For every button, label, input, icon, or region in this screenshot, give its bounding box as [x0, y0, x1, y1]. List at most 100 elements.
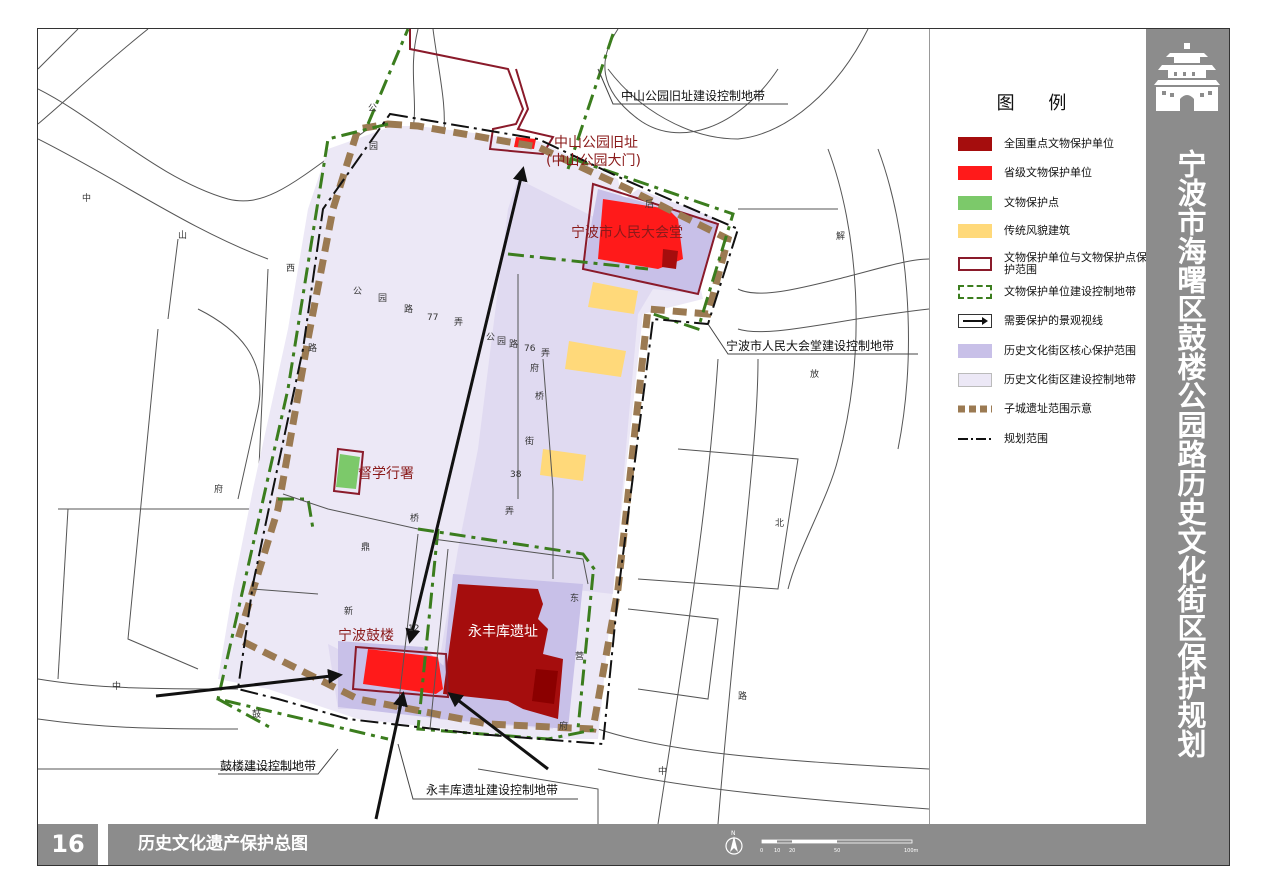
road-line — [38, 29, 149, 125]
street-char: 弄 — [454, 317, 463, 328]
street-char: 鼎 — [361, 542, 370, 553]
street-char: 77 — [427, 313, 438, 323]
street-char: 12 — [408, 624, 419, 634]
sidebar: 宁波市海曙区鼓楼公园路历史文化街区保护规划 — [1146, 29, 1229, 865]
label-zhongshan-park: 中山公园旧址 — [554, 135, 638, 151]
road-line — [412, 29, 419, 130]
legend-item-national: 全国重点文物保护单位 — [958, 135, 1154, 153]
legend-item-planning: 规划范围 — [958, 430, 1154, 448]
zicheng-swatch — [958, 405, 992, 413]
street-char: 公 — [368, 103, 377, 114]
legend-label: 历史文化街区建设控制地带 — [1004, 373, 1136, 386]
gulou-emblem-icon — [1154, 43, 1220, 111]
street-char: 东 — [570, 592, 579, 604]
street-char: 路 — [509, 338, 518, 350]
legend-label: 子城遗址范围示意 — [1004, 402, 1092, 415]
legend-swatch — [958, 166, 992, 180]
footer-bar: 16 历史文化遗产保护总图 N 0 10 20 50 100m — [38, 824, 1146, 865]
label-gulou: 宁波鼓楼 — [338, 627, 394, 644]
street-char: 北 — [775, 518, 784, 529]
legend-swatch — [958, 137, 992, 151]
street-char: 76 — [524, 344, 536, 354]
plan-title: 宁波市海曙区鼓楼公园路历史文化街区保护规划 — [1173, 149, 1207, 758]
legend-swatch — [958, 224, 992, 238]
street-char: 桥 — [410, 512, 419, 524]
street-char: 路 — [308, 342, 317, 354]
legend-item-traditional: 传统风貌建筑 — [958, 222, 1154, 240]
great-hall-annex — [662, 249, 678, 269]
street-char: 路 — [404, 303, 413, 315]
street-char: 公 — [486, 332, 495, 343]
scale-tick: 10 — [774, 848, 780, 854]
street-char: 中 — [112, 680, 121, 692]
label-zhongshan-gate: (中山公园大门) — [546, 153, 641, 169]
street-char: 园 — [497, 336, 506, 347]
street-char: 38 — [510, 470, 522, 480]
road-line — [38, 138, 269, 260]
street-char: 弄 — [541, 348, 550, 359]
page-number: 16 — [38, 824, 98, 865]
road-line — [57, 508, 69, 680]
scale-tick: 50 — [834, 848, 840, 854]
legend-label: 省级文物保护单位 — [1004, 166, 1092, 179]
legend-item-zicheng: 子城遗址范围示意 — [958, 400, 1154, 418]
street-char: 街 — [525, 435, 534, 447]
street-char: 府 — [530, 362, 539, 374]
legend-item-sightline: 需要保护的景观视线 — [958, 312, 1154, 330]
label-duxue: 督学行署 — [358, 466, 414, 482]
road-line — [58, 488, 279, 510]
street-char: 营 — [575, 650, 584, 662]
legend-label: 文物保护单位建设控制地带 — [1004, 285, 1136, 298]
north-label: N — [731, 830, 736, 837]
street-char: 鼓 — [252, 708, 261, 720]
duxue-building — [336, 454, 360, 489]
road-line — [38, 29, 79, 70]
legend-swatch — [958, 373, 992, 387]
road-line — [197, 308, 261, 500]
road-line — [167, 238, 179, 320]
legend-label: 规划范围 — [1004, 432, 1048, 445]
legend-swatch — [958, 285, 992, 299]
legend-label: 文物保护单位与文物保护点保护范围 — [1004, 251, 1147, 276]
street-char: 园 — [378, 293, 387, 304]
legend-swatch — [958, 344, 992, 358]
road-line — [877, 148, 909, 450]
road-line — [127, 328, 199, 670]
street-char: 路 — [738, 690, 747, 702]
callout-zhongshan: 中山公园旧址建设控制地带 — [621, 88, 765, 103]
road-line — [737, 258, 929, 294]
legend-swatch — [958, 196, 992, 210]
street-char: 山 — [178, 230, 187, 241]
legend-label: 全国重点文物保护单位 — [1004, 137, 1114, 150]
road-line — [38, 678, 239, 690]
heritage-map: 中山公园旧址 (中山公园大门) 宁波市人民大会堂 督学行署 宁波鼓楼 永丰库遗址… — [38, 29, 929, 824]
legend: 图 例 全国重点文物保护单位 省级文物保护单位 文物保护点 传统风貌建筑 文物保… — [929, 29, 1147, 824]
street-char: 中 — [82, 192, 91, 204]
legend-label: 需要保护的景观视线 — [1004, 314, 1103, 327]
callout-gulou: 鼓楼建设控制地带 — [220, 758, 316, 773]
street-char: 中 — [658, 765, 667, 777]
scale-segment — [762, 840, 777, 843]
street-char: 桥 — [535, 390, 544, 402]
scale-segment — [792, 840, 837, 843]
road-line — [737, 308, 929, 333]
callout-hall: 宁波市人民大会堂建设控制地带 — [726, 338, 894, 353]
legend-swatch — [958, 257, 992, 271]
legend-label: 传统风貌建筑 — [1004, 224, 1070, 237]
street-char: 公 — [353, 286, 362, 297]
legend-label: 文物保护点 — [1004, 196, 1059, 209]
road-line — [597, 728, 929, 770]
label-yongfeng: 永丰库遗址 — [468, 624, 538, 640]
legend-item-control-belt: 文物保护单位建设控制地带 — [958, 283, 1154, 301]
street-char: 府 — [214, 483, 223, 495]
legend-item-district-control: 历史文化街区建设控制地带 — [958, 371, 1154, 389]
scale-bar: N 0 10 20 50 100m — [725, 830, 919, 855]
street-char: 解 — [836, 230, 845, 242]
road-line — [38, 718, 239, 730]
legend-title: 图 例 — [996, 93, 1081, 114]
street-char: 园 — [369, 141, 378, 152]
road-line — [597, 768, 929, 810]
map-title: 历史文化遗产保护总图 — [138, 834, 308, 854]
callout-yongfeng: 永丰库遗址建设控制地带 — [426, 782, 558, 797]
scale-tick: 0 — [760, 848, 763, 854]
